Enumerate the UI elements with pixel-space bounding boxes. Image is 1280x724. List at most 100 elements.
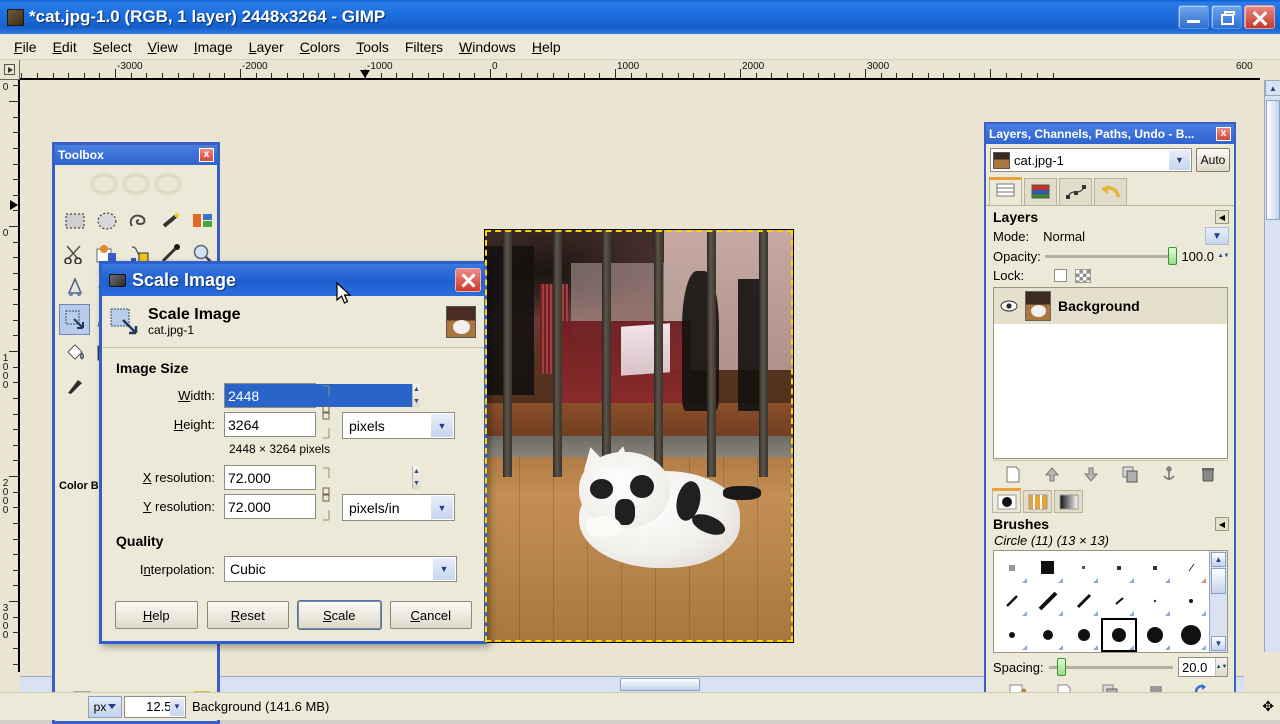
close-button[interactable] xyxy=(1244,5,1275,29)
width-spinner[interactable]: ▲▼ xyxy=(224,383,316,408)
tab-brushes[interactable] xyxy=(992,490,1021,513)
list-item[interactable] xyxy=(994,585,1030,619)
dock-close-button[interactable]: x xyxy=(1216,127,1231,141)
tab-paths[interactable] xyxy=(1059,178,1092,205)
spacing-slider[interactable] xyxy=(1049,666,1173,669)
lock-pixels-checkbox[interactable] xyxy=(1054,269,1067,282)
menu-tools[interactable]: Tools xyxy=(348,37,397,57)
width-spin-up[interactable]: ▲ xyxy=(413,384,420,396)
zoom-select[interactable]: 12.5% ▼ xyxy=(124,696,186,718)
x-res-spin-down[interactable]: ▼ xyxy=(413,478,420,490)
layer-list[interactable]: Background xyxy=(993,287,1228,459)
brush-grid[interactable] xyxy=(994,551,1209,652)
select-by-color-tool[interactable] xyxy=(187,205,218,236)
reset-button[interactable]: Reset xyxy=(207,601,290,629)
delete-layer-button[interactable] xyxy=(1200,466,1216,483)
horizontal-ruler[interactable]: -3000-2000-10000100020003000600 xyxy=(20,60,1260,80)
ink-tool[interactable] xyxy=(59,370,90,401)
image-preview[interactable] xyxy=(485,230,793,642)
list-item[interactable] xyxy=(1066,551,1102,585)
x-resolution-spin-buttons[interactable]: ▲▼ xyxy=(412,466,420,489)
height-spinner[interactable]: ▲▼ xyxy=(224,412,316,437)
tab-gradients[interactable] xyxy=(1054,490,1083,513)
scale-button[interactable]: Scale xyxy=(298,601,381,629)
menu-windows[interactable]: Windows xyxy=(451,37,524,57)
unit-select[interactable]: px xyxy=(88,696,122,718)
horizontal-scroll-thumb[interactable] xyxy=(620,678,700,691)
tab-patterns[interactable] xyxy=(1023,490,1052,513)
list-item[interactable] xyxy=(1030,551,1066,585)
layer-opacity-spin-buttons[interactable]: ▲▼ xyxy=(1218,247,1229,265)
width-spin-buttons[interactable]: ▲▼ xyxy=(412,384,420,407)
vertical-scroll-thumb[interactable] xyxy=(1266,100,1280,220)
size-unit-chevron-down-icon[interactable]: ▼ xyxy=(431,414,453,437)
list-item[interactable] xyxy=(1137,585,1173,619)
scissors-select-tool[interactable] xyxy=(59,238,90,269)
list-item[interactable] xyxy=(1173,551,1209,585)
rect-select-tool[interactable] xyxy=(59,205,90,236)
list-item[interactable] xyxy=(1173,585,1209,619)
tab-layers[interactable] xyxy=(989,178,1022,205)
tab-channels[interactable] xyxy=(1024,178,1057,205)
x-resolution-spinner[interactable]: ▲▼ xyxy=(224,465,316,490)
list-item[interactable] xyxy=(1101,618,1137,652)
vertical-ruler[interactable]: 01000200030000 xyxy=(0,80,20,672)
measure-tool[interactable] xyxy=(59,271,90,302)
x-res-spin-up[interactable]: ▲ xyxy=(413,466,420,478)
interpolation-chevron-down-icon[interactable]: ▼ xyxy=(433,558,455,580)
new-layer-button[interactable] xyxy=(1005,466,1021,483)
layer-opacity-knob[interactable] xyxy=(1168,247,1177,265)
list-item[interactable] xyxy=(1101,585,1137,619)
menu-help[interactable]: Help xyxy=(524,37,569,57)
lower-layer-button[interactable] xyxy=(1083,466,1099,483)
ellipse-select-tool[interactable] xyxy=(91,205,122,236)
list-item[interactable] xyxy=(1066,585,1102,619)
size-chain-icon[interactable] xyxy=(316,383,336,441)
menu-view[interactable]: View xyxy=(140,37,186,57)
image-select[interactable]: cat.jpg-1 ▼ xyxy=(990,148,1192,172)
list-item[interactable] xyxy=(994,551,1030,585)
scale-tool[interactable] xyxy=(59,304,90,335)
width-spin-down[interactable]: ▼ xyxy=(413,396,420,408)
menu-layer[interactable]: Layer xyxy=(241,37,292,57)
eye-icon[interactable] xyxy=(1000,299,1018,313)
layer-mode-chevron-down-icon[interactable]: ▼ xyxy=(1205,227,1229,245)
brush-scroll-up-arrow[interactable]: ▲ xyxy=(1211,552,1226,567)
menu-filters[interactable]: Filters xyxy=(397,37,451,57)
size-unit-select[interactable]: pixels ▼ xyxy=(342,412,455,439)
list-item[interactable] xyxy=(1173,618,1209,652)
help-button[interactable]: Help xyxy=(115,601,198,629)
menu-edit[interactable]: Edit xyxy=(45,37,85,57)
dialog-close-button[interactable] xyxy=(455,268,481,292)
resolution-chain-icon[interactable] xyxy=(316,465,336,523)
cancel-button[interactable]: Cancel xyxy=(390,601,473,629)
list-item[interactable] xyxy=(1101,551,1137,585)
layer-opacity-slider[interactable] xyxy=(1045,255,1178,258)
lock-alpha-icon[interactable] xyxy=(1075,269,1091,283)
ruler-origin-button[interactable] xyxy=(0,60,20,80)
scroll-up-arrow[interactable]: ▲ xyxy=(1265,80,1280,96)
spacing-spin-buttons[interactable]: ▲▼ xyxy=(1215,658,1227,676)
y-resolution-spinner[interactable]: ▲▼ xyxy=(224,494,316,519)
menu-colors[interactable]: Colors xyxy=(292,37,348,57)
spacing-spinner[interactable]: 20.0 ▲▼ xyxy=(1178,657,1228,677)
canvas-vertical-scrollbar[interactable]: ▲ xyxy=(1264,80,1280,652)
list-item[interactable] xyxy=(1066,618,1102,652)
brush-scroll-down-arrow[interactable]: ▼ xyxy=(1211,636,1226,651)
resolution-unit-chevron-down-icon[interactable]: ▼ xyxy=(431,496,453,519)
tab-undo-history[interactable] xyxy=(1094,178,1127,205)
list-item[interactable] xyxy=(1030,585,1066,619)
minimize-button[interactable] xyxy=(1178,5,1209,29)
zoom-chevron-down-icon[interactable]: ▼ xyxy=(170,698,184,716)
menu-select[interactable]: Select xyxy=(85,37,140,57)
brush-scroll-thumb[interactable] xyxy=(1211,568,1226,594)
spacing-knob[interactable] xyxy=(1057,658,1066,676)
list-item[interactable] xyxy=(994,618,1030,652)
duplicate-layer-button[interactable] xyxy=(1122,466,1138,483)
fuzzy-select-tool[interactable] xyxy=(155,205,186,236)
unit-chevron-down-icon[interactable] xyxy=(108,704,116,709)
table-row[interactable]: Background xyxy=(994,288,1227,324)
list-item[interactable] xyxy=(1030,618,1066,652)
restore-button[interactable] xyxy=(1211,5,1242,29)
layers-panel-menu-button[interactable]: ◀ xyxy=(1215,210,1229,224)
